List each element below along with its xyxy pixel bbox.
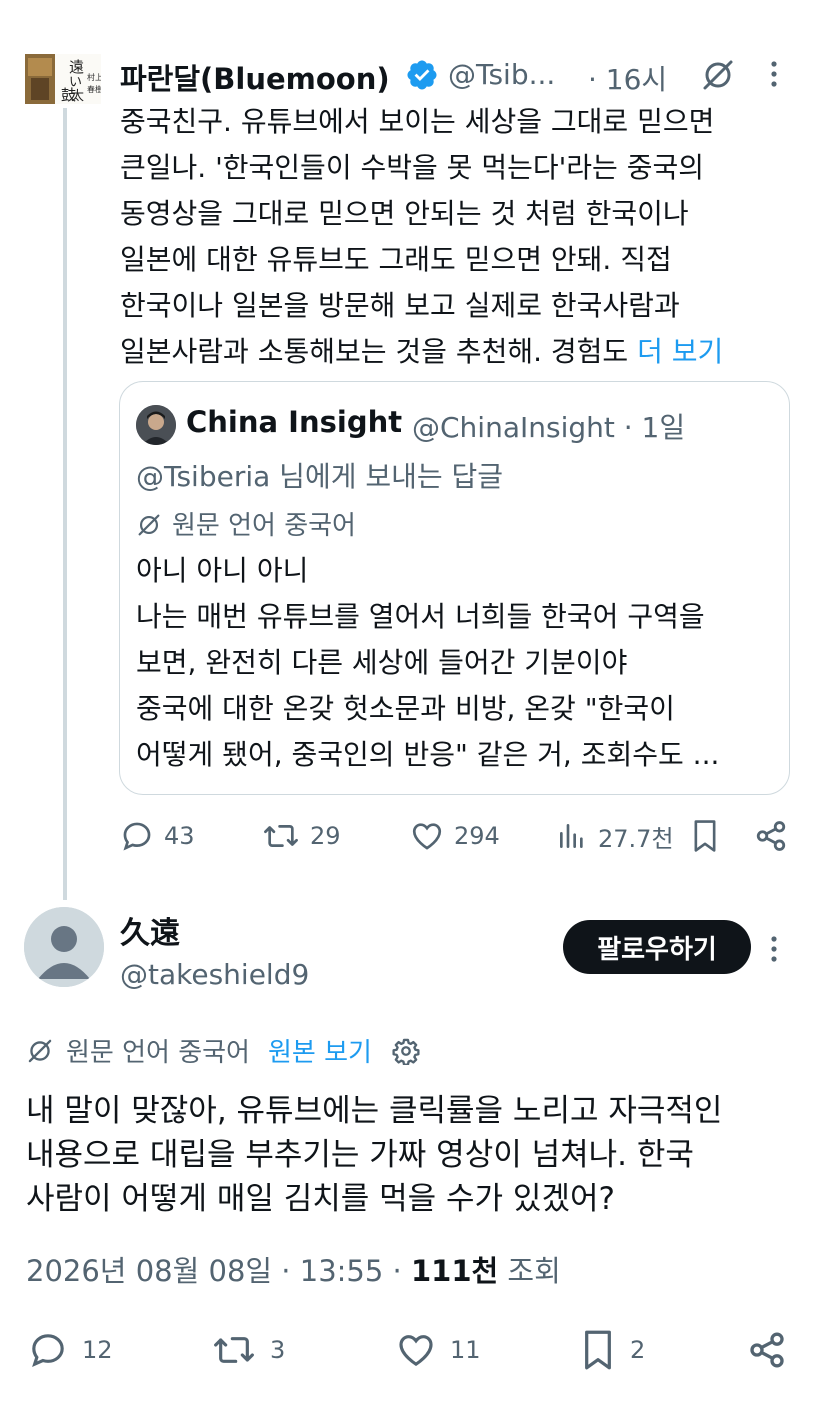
share-icon <box>750 1332 784 1368</box>
retweet-icon <box>264 825 298 847</box>
avatar[interactable]: 遠 い 鼓 太 村上 春樹 <box>25 54 101 104</box>
quoted-body-line: 어떻게 됐어, 중국인의 반응" 같은 거, 조회수도 ... <box>136 738 720 771</box>
like-action[interactable]: 11 <box>394 1330 481 1370</box>
retweet-count: 3 <box>270 1336 286 1364</box>
reply-icon <box>32 1334 64 1368</box>
show-more-link[interactable]: 더 보기 <box>637 335 723 368</box>
bookmark-count: 2 <box>630 1336 646 1364</box>
retweet-action[interactable]: 29 <box>262 818 341 854</box>
gear-icon[interactable] <box>392 1037 420 1065</box>
retweet-count: 29 <box>310 822 341 850</box>
reply-count: 12 <box>82 1336 113 1364</box>
verified-badge-icon[interactable] <box>405 58 439 92</box>
svg-text:遠: 遠 <box>69 58 84 76</box>
bookmark-action[interactable] <box>690 818 720 854</box>
book-cover-avatar-image: 遠 い 鼓 太 村上 春樹 <box>25 54 101 104</box>
author-name[interactable]: 파란달(Bluemoon) <box>120 56 390 98</box>
bookmark-icon <box>585 1330 611 1370</box>
translation-bar: 원문 언어 중국어 원본 보기 <box>26 1032 432 1069</box>
reply-count: 43 <box>164 822 195 850</box>
quoted-language-text: 원문 언어 중국어 <box>172 511 356 541</box>
share-action[interactable] <box>746 1330 788 1370</box>
share-icon <box>756 821 786 851</box>
quoted-language-note: 원문 언어 중국어 <box>136 505 356 542</box>
reply-action[interactable]: 43 <box>120 818 195 854</box>
tweet-body-line: 한국이나 일본을 방문해 보고 실제로 한국사람과 <box>120 289 680 322</box>
tweet-body-line: 일본사람과 소통해보는 것을 추천해. 경험도 <box>120 335 629 368</box>
quoted-body-line: 보면, 완전히 다른 세상에 들어간 기분이야 <box>136 646 628 679</box>
views-count: 111천 <box>410 1254 499 1288</box>
thread-line <box>63 108 67 900</box>
reply-body-line: 내용으로 대립을 부추기는 가짜 영상이 넘쳐나. 한국 <box>26 1137 694 1173</box>
tweet-body-last-line: 일본사람과 소통해보는 것을 추천해. 경험도 더 보기 <box>120 329 800 375</box>
person-photo-icon <box>136 405 176 445</box>
views-label: 조회 <box>507 1254 561 1288</box>
tweet-body-line: 동영상을 그대로 믿으면 안되는 것 처럼 한국이나 <box>120 197 689 230</box>
tweet-body-line: 중국친구. 유튜브에서 보이는 세상을 그대로 믿으면 <box>120 105 715 138</box>
like-count: 294 <box>454 822 500 850</box>
quoted-body-line: 중국에 대한 온갖 헛소문과 비방, 온갖 "한국이 <box>136 692 675 725</box>
tweet-body: 중국친구. 유튜브에서 보이는 세상을 그대로 믿으면 큰일나. '한국인들이 … <box>120 99 800 375</box>
retweet-action[interactable]: 3 <box>210 1330 285 1370</box>
reply-action[interactable]: 12 <box>26 1330 113 1370</box>
tweet-date[interactable]: 2026년 08월 08일 · 13:55 · <box>26 1254 402 1288</box>
author-name[interactable]: 久遠 <box>120 908 180 952</box>
retweet-icon <box>214 1337 254 1363</box>
svg-text:春樹: 春樹 <box>87 84 101 94</box>
translate-icon <box>28 1039 52 1062</box>
reply-body: 내 말이 맞잖아, 유튜브에는 클릭률을 노리고 자극적인 내용으로 대립을 부… <box>26 1089 796 1221</box>
author-handle[interactable]: @Tsib... <box>448 58 555 91</box>
quoted-avatar[interactable] <box>136 405 176 445</box>
default-avatar-icon <box>24 907 104 987</box>
quoted-body-line: 나는 매번 유튜브를 열어서 너희들 한국어 구역을 <box>136 600 705 633</box>
quoted-handle-time[interactable]: @ChinaInsight · 1일 <box>412 406 685 446</box>
like-count: 11 <box>450 1336 481 1364</box>
more-options-icon[interactable] <box>766 58 782 90</box>
views-bar-chart-icon <box>560 824 583 848</box>
grok-icon[interactable] <box>700 57 736 93</box>
author-handle[interactable]: @takeshield9 <box>120 958 309 991</box>
translate-icon <box>138 514 160 536</box>
reply-body-line: 사람이 어떻게 매일 김치를 먹을 수가 있겠어? <box>26 1181 615 1217</box>
bookmark-action[interactable]: 2 <box>578 1330 645 1370</box>
more-options-icon[interactable] <box>766 934 782 964</box>
tweet-time[interactable]: · 16시 <box>588 58 667 98</box>
language-note: 원문 언어 중국어 <box>66 1038 250 1068</box>
bookmark-icon <box>694 820 716 852</box>
quoted-reply-to: @Tsiberia 님에게 보내는 답글 <box>136 460 504 493</box>
tweet-body-line: 일본에 대한 유튜브도 그래도 믿으면 안돼. 직접 <box>120 243 672 276</box>
reply-icon <box>123 822 151 851</box>
tweet-body-line: 큰일나. '한국인들이 수박을 못 먹는다'라는 중국의 <box>120 151 704 184</box>
reply-body-line: 내 말이 맞잖아, 유튜브에는 클릭률을 노리고 자극적인 <box>26 1093 723 1129</box>
views-action[interactable]: 27.7천 <box>556 818 674 854</box>
avatar[interactable] <box>24 907 104 987</box>
svg-text:村上: 村上 <box>87 72 101 82</box>
follow-button[interactable]: 팔로우하기 <box>563 920 751 974</box>
svg-text:太: 太 <box>71 89 84 104</box>
quoted-author-name[interactable]: China Insight <box>186 405 402 439</box>
quoted-body: 아니 아니 아니 나는 매번 유튜브를 열어서 너희들 한국어 구역을 보면, … <box>136 548 776 778</box>
heart-icon <box>412 823 442 850</box>
share-action[interactable] <box>754 818 788 854</box>
quoted-body-line: 아니 아니 아니 <box>136 554 309 587</box>
heart-icon <box>399 1335 433 1367</box>
show-original-link[interactable]: 원본 보기 <box>268 1032 372 1069</box>
like-action[interactable]: 294 <box>410 818 500 854</box>
views-count: 27.7천 <box>598 824 674 853</box>
tweet-meta: 2026년 08월 08일 · 13:55 · 111천 조회 <box>26 1248 561 1290</box>
